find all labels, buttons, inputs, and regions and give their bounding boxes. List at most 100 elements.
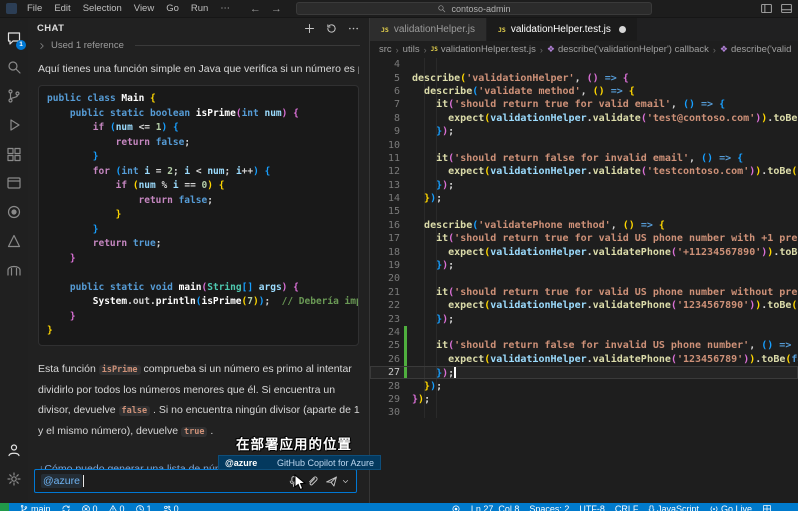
git-gutter bbox=[404, 192, 407, 205]
git-gutter bbox=[404, 165, 407, 178]
plus-icon[interactable] bbox=[303, 22, 316, 35]
status-utf-8[interactable]: UTF-8 bbox=[575, 504, 609, 511]
code-line-14[interactable]: 14 }); bbox=[370, 192, 798, 205]
activity-item-remote-explorer[interactable] bbox=[2, 257, 26, 283]
menu-go[interactable]: Go bbox=[160, 3, 185, 14]
breadcrumb-item[interactable]: utils bbox=[403, 44, 420, 55]
attach-icon[interactable] bbox=[306, 475, 319, 488]
participant-suggestion-popup[interactable]: @azure GitHub Copilot for Azure bbox=[218, 455, 381, 470]
code-line-9[interactable]: 9 }); bbox=[370, 125, 798, 138]
code-line-22[interactable]: 22 expect(validationHelper.validatePhone… bbox=[370, 299, 798, 312]
menu-selection[interactable]: Selection bbox=[77, 3, 128, 14]
code-line-19[interactable]: 19 }); bbox=[370, 259, 798, 272]
status-git-branch[interactable]: main bbox=[15, 504, 55, 511]
code-text: it('should return false for invalid emai… bbox=[412, 153, 743, 164]
js-file-icon: JS bbox=[431, 46, 438, 53]
status-target[interactable] bbox=[447, 504, 465, 511]
activity-item-azure[interactable] bbox=[2, 228, 26, 254]
status-ln-27-col-8[interactable]: Ln 27, Col 8 bbox=[467, 504, 524, 511]
code-line-7[interactable]: 7 it('should return true for valid email… bbox=[370, 98, 798, 111]
layout-panel-icon[interactable] bbox=[780, 2, 793, 15]
code-line-4[interactable]: 4 bbox=[370, 58, 798, 71]
back-arrow-icon[interactable]: ← bbox=[250, 3, 261, 15]
code-line-25[interactable]: 25 it('should return false for invalid U… bbox=[370, 339, 798, 352]
code-line-27[interactable]: 27 }); bbox=[370, 366, 798, 379]
remote-indicator[interactable] bbox=[0, 503, 9, 511]
code-line-13[interactable]: 13 }); bbox=[370, 179, 798, 192]
activity-item-search[interactable] bbox=[2, 54, 26, 80]
code-line-18[interactable]: 18 expect(validationHelper.validatePhone… bbox=[370, 245, 798, 258]
code-line-26[interactable]: 26 expect(validationHelper.validatePhone… bbox=[370, 353, 798, 366]
suggestion-command: @azure bbox=[225, 458, 257, 468]
modified-dot-icon[interactable] bbox=[619, 26, 626, 33]
code-line-28[interactable]: 28 }); bbox=[370, 379, 798, 392]
divider bbox=[135, 45, 360, 46]
breadcrumb-separator: › bbox=[396, 45, 399, 55]
menu-run[interactable]: Run bbox=[185, 3, 214, 14]
menu-file[interactable]: File bbox=[21, 3, 48, 14]
code-line-30[interactable]: 30 bbox=[370, 406, 798, 419]
menu-view[interactable]: View bbox=[128, 3, 160, 14]
activity-item-settings-gear[interactable] bbox=[2, 466, 26, 492]
send-icon[interactable] bbox=[325, 475, 338, 488]
status-error[interactable]: 0 bbox=[77, 504, 102, 511]
chevron-down-icon[interactable] bbox=[341, 477, 350, 486]
status-clock[interactable]: 1 bbox=[131, 504, 156, 511]
menu-edit[interactable]: Edit bbox=[48, 3, 76, 14]
status-people[interactable]: 0 bbox=[158, 504, 183, 511]
tab-validationHelper.test.js[interactable]: JSvalidationHelper.test.js bbox=[487, 18, 637, 41]
chat-input[interactable]: @azure bbox=[34, 469, 357, 493]
activity-item-run-debug[interactable] bbox=[2, 112, 26, 138]
code-line-11[interactable]: 11 it('should return false for invalid e… bbox=[370, 152, 798, 165]
chat-response-text: Aquí tienes una función simple en Java q… bbox=[38, 63, 359, 75]
status-warning[interactable]: 0 bbox=[104, 504, 129, 511]
code-editor[interactable]: 45describe('validationHelper', () => {6 … bbox=[370, 58, 798, 420]
activity-item-extensions[interactable] bbox=[2, 141, 26, 167]
code-line-15[interactable]: 15 bbox=[370, 205, 798, 218]
more-icon[interactable] bbox=[347, 22, 360, 35]
breadcrumb-separator: › bbox=[713, 45, 716, 55]
activity-item-account[interactable] bbox=[2, 437, 26, 463]
code-line-17[interactable]: 17 it('should return true for valid US p… bbox=[370, 232, 798, 245]
code-line-21[interactable]: 21 it('should return true for valid US p… bbox=[370, 286, 798, 299]
code-line-8[interactable]: 8 expect(validationHelper.validate('test… bbox=[370, 112, 798, 125]
activity-item-source-control[interactable] bbox=[2, 83, 26, 109]
history-icon[interactable] bbox=[325, 22, 338, 35]
code-line-23[interactable]: 23 }); bbox=[370, 312, 798, 325]
code-line-20[interactable]: 20 bbox=[370, 272, 798, 285]
forward-arrow-icon[interactable]: → bbox=[271, 3, 282, 15]
code-line-6[interactable]: 6 describe('validate method', () => { bbox=[370, 85, 798, 98]
status-spaces-2[interactable]: Spaces: 2 bbox=[525, 504, 573, 511]
line-number: 20 bbox=[370, 273, 400, 284]
code-line-29[interactable]: 29}); bbox=[370, 393, 798, 406]
code-line-10[interactable]: 10 bbox=[370, 138, 798, 151]
status-grid[interactable] bbox=[758, 504, 776, 511]
breadcrumb-item[interactable]: ❖describe('valid bbox=[720, 44, 792, 55]
command-center-search[interactable]: contoso-admin bbox=[296, 2, 652, 15]
tab-validationHelper.js[interactable]: JSvalidationHelper.js bbox=[370, 18, 486, 41]
activity-item-window[interactable] bbox=[2, 170, 26, 196]
breadcrumb-item[interactable]: ❖describe('validationHelper') callback bbox=[547, 44, 709, 55]
activity-item-copilot[interactable] bbox=[2, 199, 26, 225]
breadcrumb-label: describe('validationHelper') callback bbox=[558, 44, 709, 55]
status-sync[interactable] bbox=[57, 504, 75, 511]
code-text: it('should return true for valid US phon… bbox=[412, 287, 798, 298]
menu-[interactable]: ⋯ bbox=[214, 3, 236, 14]
status--javascript[interactable]: {} JavaScript bbox=[644, 504, 703, 511]
run-debug-icon bbox=[6, 117, 22, 133]
breadcrumb-item[interactable]: src bbox=[379, 44, 392, 55]
status-crlf[interactable]: CRLF bbox=[611, 504, 643, 511]
clock-icon bbox=[135, 504, 145, 511]
code-line-5[interactable]: 5describe('validationHelper', () => { bbox=[370, 71, 798, 84]
code-line-12[interactable]: 12 expect(validationHelper.validate('tes… bbox=[370, 165, 798, 178]
activity-item-chat[interactable]: 1 bbox=[2, 25, 26, 51]
inline-code: isPrime bbox=[99, 365, 141, 375]
editor-group: JSvalidationHelper.jsJSvalidationHelper.… bbox=[370, 18, 798, 503]
layout-sidebar-icon[interactable] bbox=[760, 2, 773, 15]
code-line-24[interactable]: 24 bbox=[370, 326, 798, 339]
chat-response: Aquí tienes una función simple en Java q… bbox=[28, 52, 369, 472]
status-broadcast[interactable]: Go Live bbox=[705, 504, 756, 511]
references-toggle[interactable]: Used 1 reference bbox=[28, 39, 369, 52]
breadcrumb-item[interactable]: JSvalidationHelper.test.js bbox=[431, 44, 536, 55]
code-line-16[interactable]: 16 describe('validatePhone method', () =… bbox=[370, 219, 798, 232]
